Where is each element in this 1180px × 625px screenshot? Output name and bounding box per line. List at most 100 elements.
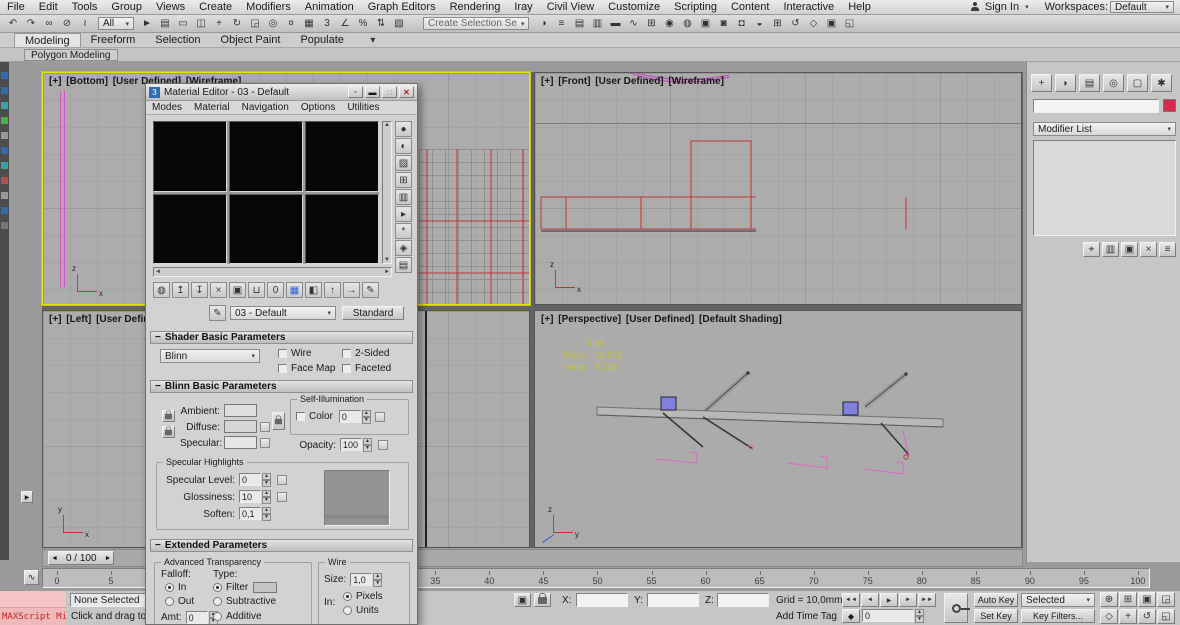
ribbon-tab[interactable]: Selection — [145, 33, 210, 47]
modifier-stack-list[interactable] — [1033, 140, 1176, 236]
x-coordinate-field[interactable] — [576, 593, 628, 607]
maxscript-mini-listener[interactable]: MAXScript Mi — [0, 608, 66, 625]
align-icon[interactable]: ≡ — [552, 16, 570, 31]
menu-item[interactable]: Modifiers — [239, 1, 298, 13]
selection-set-key-dropdown[interactable]: Selected▾ — [1021, 593, 1095, 607]
render-setup-icon[interactable]: ◍ — [678, 16, 696, 31]
viewport-pov-menu[interactable]: [Front] — [558, 76, 590, 87]
specular-map-button[interactable] — [260, 438, 270, 448]
viewport-preset-icon[interactable] — [1, 177, 8, 184]
set-keys-button[interactable] — [944, 593, 968, 623]
options-icon[interactable]: * — [395, 223, 412, 239]
selection-filter-dropdown[interactable]: All ▾ — [98, 17, 134, 30]
viewport-preset-icon[interactable] — [1, 132, 8, 139]
menu-item[interactable]: Create — [192, 1, 239, 13]
viewport-pov-menu[interactable]: [Bottom] — [66, 76, 108, 87]
material-map-navigator-icon[interactable]: ▤ — [395, 257, 412, 273]
ribbon-tab[interactable]: Modeling — [14, 33, 81, 47]
zoom-region-icon[interactable]: ◲ — [1157, 592, 1175, 607]
menu-item[interactable]: File — [0, 1, 32, 13]
angle-snap-icon[interactable]: ∠ — [336, 16, 354, 31]
menu-item[interactable]: Edit — [32, 1, 65, 13]
previous-frame-arrow-icon[interactable]: ◄ — [51, 555, 58, 562]
go-forward-to-sibling-icon[interactable]: → — [343, 282, 360, 298]
select-and-link-icon[interactable]: ∞ — [40, 16, 58, 31]
viewport-preset-icon[interactable] — [1, 102, 8, 109]
menu-item[interactable]: Tools — [65, 1, 105, 13]
make-material-copy-icon[interactable]: ▣ — [229, 282, 246, 298]
selection-lock-icon[interactable] — [534, 593, 551, 607]
wire-checkbox[interactable]: Wire — [278, 348, 312, 359]
ribbon-tab[interactable]: Populate — [290, 33, 353, 47]
sample-uv-tiling-icon[interactable]: ⊞ — [395, 172, 412, 188]
select-and-move-icon[interactable]: + — [210, 16, 228, 31]
motion-tab-icon[interactable]: ◎ — [1103, 74, 1124, 92]
create-tab-icon[interactable]: + — [1031, 74, 1052, 92]
field-of-view-icon[interactable]: ◇ — [1100, 609, 1118, 624]
render-iray-icon[interactable]: ◘ — [732, 16, 750, 31]
shader-type-dropdown[interactable]: Blinn▾ — [160, 349, 260, 363]
menu-item[interactable]: Animation — [298, 1, 361, 13]
falloff-out-radio[interactable]: Out — [165, 596, 194, 607]
face-map-checkbox[interactable]: Face Map — [278, 363, 335, 374]
specular-level-spinner[interactable]: 0▲▼ — [239, 473, 271, 486]
toggle-layer-explorer-icon[interactable]: ▥ — [588, 16, 606, 31]
ribbon-tab[interactable]: Object Paint — [211, 33, 291, 47]
lock-highlight-icon[interactable] — [272, 412, 285, 430]
glossiness-map-button[interactable] — [277, 492, 287, 502]
select-and-scale-icon[interactable]: ◲ — [246, 16, 264, 31]
material-editor-menu[interactable]: Utilities — [341, 102, 385, 113]
ribbon-tab[interactable]: Freeform — [81, 33, 146, 47]
reset-map-icon[interactable]: × — [210, 282, 227, 298]
viewport-preset-icon[interactable] — [1, 147, 8, 154]
display-tab-icon[interactable]: ▢ — [1127, 74, 1148, 92]
configure-modifier-sets-icon[interactable]: ≡ — [1159, 242, 1176, 257]
arc-rotate-icon[interactable]: ↺ — [786, 16, 804, 31]
put-to-library-icon[interactable]: ⊔ — [248, 282, 265, 298]
select-object-icon[interactable]: ► — [138, 16, 156, 31]
time-slider-handle[interactable]: ◄ 0 / 100 ► — [48, 551, 114, 565]
sample-slot[interactable] — [305, 194, 379, 265]
current-frame-value[interactable]: 0 — [862, 609, 914, 622]
maximize-viewport-icon[interactable]: ◱ — [1157, 609, 1175, 624]
viewport-plus-menu[interactable]: [+] — [49, 76, 62, 87]
viewport-preset-icon[interactable] — [1, 192, 8, 199]
named-selection-set-dropdown[interactable]: Create Selection Se ▾ — [423, 17, 529, 30]
object-name-field[interactable] — [1033, 99, 1159, 113]
viewport-pov-menu[interactable]: [Left] — [66, 314, 91, 325]
maximize-toggle-icon[interactable]: ◱ — [840, 16, 858, 31]
sign-in-menu[interactable]: Sign In — [983, 1, 1021, 13]
menu-item[interactable]: Customize — [601, 1, 667, 13]
auto-key-button[interactable]: Auto Key — [974, 593, 1018, 607]
maximize-icon[interactable]: □ — [382, 86, 397, 98]
specular-color-swatch[interactable] — [224, 436, 257, 449]
slot-vertical-scrollbar[interactable]: ▲▼ — [382, 121, 392, 264]
assign-material-to-selection-icon[interactable]: ↧ — [191, 282, 208, 298]
material-editor-menu[interactable]: Modes — [146, 102, 188, 113]
spinner-snap-icon[interactable]: ⇅ — [372, 16, 390, 31]
y-coordinate-field[interactable] — [647, 593, 699, 607]
mirror-icon[interactable]: ◑ — [534, 16, 552, 31]
rollout-blinn-basic[interactable]: − Blinn Basic Parameters — [150, 380, 413, 393]
hierarchy-tab-icon[interactable]: ▤ — [1079, 74, 1100, 92]
percent-snap-icon[interactable]: % — [354, 16, 372, 31]
bind-to-space-warp-icon[interactable]: ≀ — [76, 16, 94, 31]
wire-pixels-radio[interactable]: Pixels — [343, 591, 383, 602]
get-material-icon[interactable]: ◍ — [153, 282, 170, 298]
sample-type-icon[interactable]: ● — [395, 121, 412, 137]
isolate-selection-icon[interactable]: ▣ — [822, 16, 840, 31]
material-editor-menu[interactable]: Options — [295, 102, 341, 113]
ribbon-panel-button[interactable]: Polygon Modeling — [24, 49, 118, 61]
schematic-view-icon[interactable]: ⊞ — [642, 16, 660, 31]
diffuse-map-button[interactable] — [260, 422, 270, 432]
key-mode-toggle-icon[interactable]: ◆ — [842, 609, 860, 623]
generate-preview-icon[interactable]: ▸ — [395, 206, 412, 222]
falloff-in-radio[interactable]: In — [165, 582, 186, 593]
key-filters-button[interactable]: Key Filters... — [1021, 609, 1095, 623]
modifier-list-dropdown[interactable]: Modifier List ▾ — [1033, 122, 1176, 136]
type-subtractive-radio[interactable]: Subtractive — [213, 596, 276, 607]
put-material-to-scene-icon[interactable]: ↥ — [172, 282, 189, 298]
show-map-in-viewport-icon[interactable]: ▦ — [286, 282, 303, 298]
viewport-shading-menu[interactable]: [Default Shading] — [699, 314, 782, 325]
toggle-grid-icon[interactable]: ⊞ — [768, 16, 786, 31]
